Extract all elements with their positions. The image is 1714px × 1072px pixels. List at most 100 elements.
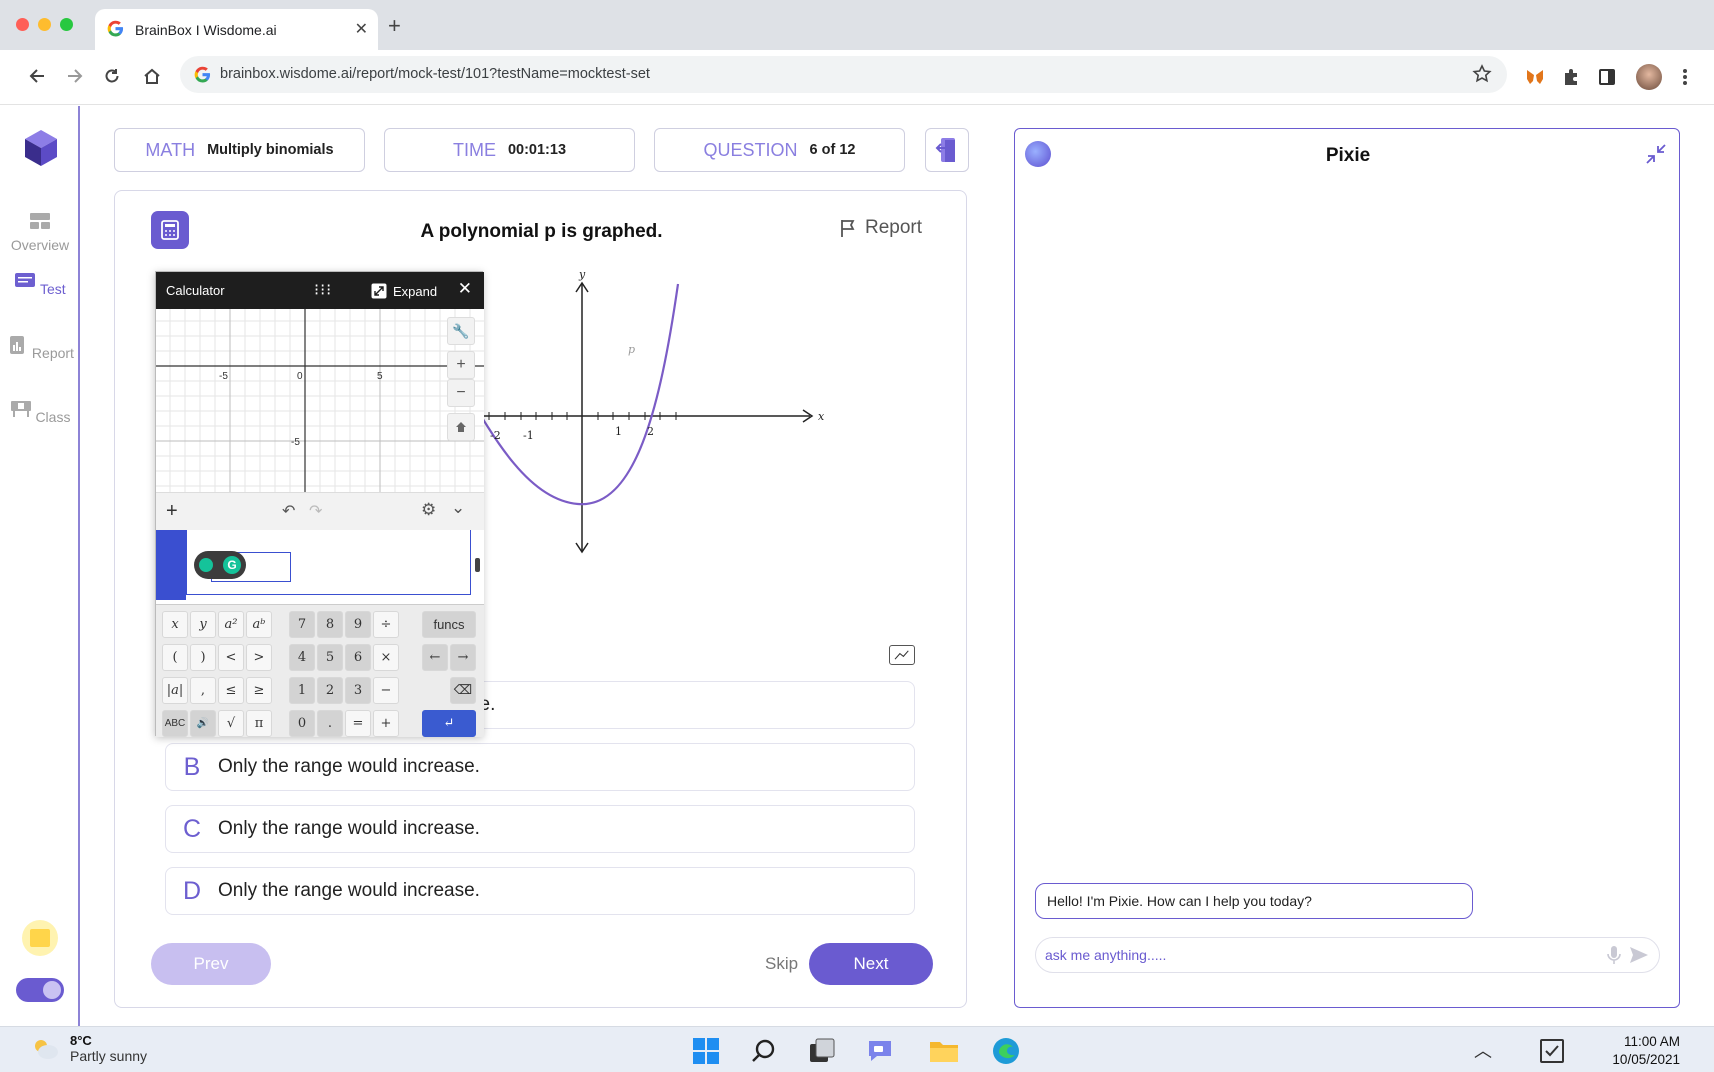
key-multiply[interactable]: × xyxy=(373,644,399,671)
skip-button[interactable]: Skip xyxy=(765,954,798,974)
key-close-paren[interactable]: ) xyxy=(190,644,216,671)
edge-browser-button[interactable] xyxy=(990,1035,1022,1067)
key-funcs[interactable]: funcs xyxy=(422,611,476,638)
collapse-chevron-icon[interactable]: ⌄ xyxy=(451,498,465,518)
microphone-icon[interactable] xyxy=(1607,945,1621,965)
task-checkbox-icon[interactable] xyxy=(1540,1039,1564,1063)
maximize-window-button[interactable] xyxy=(60,18,73,31)
home-button[interactable] xyxy=(136,60,168,92)
key-plus[interactable]: + xyxy=(373,710,399,737)
calculator-window[interactable]: Calculator ⁝⁝⁝ Expand ✕ -5 0 5 -5 🔧 + − … xyxy=(155,271,484,737)
send-icon[interactable] xyxy=(1629,946,1649,964)
menu-dots-icon[interactable] xyxy=(1672,64,1698,90)
key-equals[interactable]: = xyxy=(345,710,371,737)
settings-gear-icon[interactable]: ⚙ xyxy=(421,500,436,520)
key-2[interactable]: 2 xyxy=(317,677,343,704)
zoom-out-button[interactable]: − xyxy=(447,379,475,407)
windows-start-button[interactable] xyxy=(690,1035,722,1067)
expression-scrollbar[interactable] xyxy=(475,558,480,572)
chat-input[interactable]: ask me anything..... xyxy=(1035,937,1660,973)
browser-tab[interactable]: BrainBox I Wisdome.ai ✕ xyxy=(95,9,378,50)
undo-button[interactable]: ↶ xyxy=(282,501,295,521)
key-greater-than[interactable]: > xyxy=(246,644,272,671)
key-6[interactable]: 6 xyxy=(345,644,371,671)
search-button[interactable] xyxy=(748,1035,780,1067)
key-1[interactable]: 1 xyxy=(289,677,315,704)
key-enter[interactable]: ↵ xyxy=(422,710,476,737)
sticky-note-icon[interactable] xyxy=(22,920,58,956)
profile-avatar[interactable] xyxy=(1636,64,1662,90)
key-less-than[interactable]: < xyxy=(218,644,244,671)
grammarly-icon[interactable]: G xyxy=(194,551,246,579)
close-window-button[interactable] xyxy=(16,18,29,31)
key-9[interactable]: 9 xyxy=(345,611,371,638)
key-abc[interactable]: ABC xyxy=(162,710,188,737)
report-button[interactable]: Report xyxy=(839,217,922,239)
back-button[interactable] xyxy=(22,60,54,92)
prev-button[interactable]: Prev xyxy=(151,943,271,985)
redo-button[interactable]: ↷ xyxy=(309,501,322,521)
key-backspace[interactable]: ⌫ xyxy=(450,677,476,704)
key-right-arrow[interactable]: → xyxy=(450,644,476,671)
key-decimal[interactable]: . xyxy=(317,710,343,737)
key-8[interactable]: 8 xyxy=(317,611,343,638)
add-expression-button[interactable]: + xyxy=(166,500,178,523)
key-greater-equal[interactable]: ≥ xyxy=(246,677,272,704)
drag-handle-icon[interactable]: ⁝⁝⁝ xyxy=(314,280,332,300)
new-tab-button[interactable]: + xyxy=(388,13,401,39)
task-view-button[interactable] xyxy=(806,1035,838,1067)
side-panel-icon[interactable] xyxy=(1594,64,1620,90)
key-comma[interactable]: , xyxy=(190,677,216,704)
weather-widget[interactable]: 8°C Partly sunny xyxy=(30,1033,147,1064)
calculator-close-icon[interactable]: ✕ xyxy=(458,279,472,299)
key-x[interactable]: x xyxy=(162,611,188,638)
reload-button[interactable] xyxy=(96,60,128,92)
sidebar-item-report[interactable]: Report xyxy=(0,336,80,361)
zoom-in-button[interactable]: + xyxy=(447,351,475,379)
expression-list[interactable]: G xyxy=(156,530,484,604)
key-divide[interactable]: ÷ xyxy=(373,611,399,638)
key-sqrt[interactable]: √ xyxy=(218,710,244,737)
key-5[interactable]: 5 xyxy=(317,644,343,671)
key-open-paren[interactable]: ( xyxy=(162,644,188,671)
sidebar-item-test[interactable]: Test xyxy=(0,272,80,297)
calculator-graph[interactable]: -5 0 5 -5 🔧 + − xyxy=(156,309,484,492)
minimize-window-button[interactable] xyxy=(38,18,51,31)
key-abs[interactable]: |a| xyxy=(162,677,188,704)
key-y[interactable]: y xyxy=(190,611,216,638)
exit-test-button[interactable] xyxy=(925,128,969,172)
key-square[interactable]: a² xyxy=(218,611,244,638)
key-0[interactable]: 0 xyxy=(289,710,315,737)
option-d[interactable]: D Only the range would increase. xyxy=(165,867,915,915)
wrench-button[interactable]: 🔧 xyxy=(447,317,475,345)
key-minus[interactable]: − xyxy=(373,677,399,704)
system-clock[interactable]: 11:00 AM 10/05/2021 xyxy=(1612,1033,1680,1069)
collapse-icon[interactable] xyxy=(1645,143,1667,165)
graph-toggle-icon[interactable] xyxy=(889,645,915,665)
calculator-header[interactable]: Calculator ⁝⁝⁝ Expand ✕ xyxy=(156,272,484,309)
chevron-up-icon[interactable]: ︿ xyxy=(1474,1037,1492,1063)
puzzle-extensions-icon[interactable] xyxy=(1558,64,1584,90)
forward-button[interactable] xyxy=(58,60,90,92)
key-4[interactable]: 4 xyxy=(289,644,315,671)
tab-close-icon[interactable]: ✕ xyxy=(355,19,368,39)
theme-toggle[interactable] xyxy=(16,978,64,1002)
sidebar-item-overview[interactable]: Overview xyxy=(0,212,80,253)
key-7[interactable]: 7 xyxy=(289,611,315,638)
option-c[interactable]: C Only the range would increase. xyxy=(165,805,915,853)
key-less-equal[interactable]: ≤ xyxy=(218,677,244,704)
file-explorer-button[interactable] xyxy=(928,1035,960,1067)
teams-chat-button[interactable] xyxy=(864,1035,896,1067)
key-audio[interactable]: 🔊 xyxy=(190,710,216,737)
metamask-extension-icon[interactable] xyxy=(1522,64,1548,90)
key-left-arrow[interactable]: ← xyxy=(422,644,448,671)
key-3[interactable]: 3 xyxy=(345,677,371,704)
key-power[interactable]: aᵇ xyxy=(246,611,272,638)
calculator-expand-button[interactable]: Expand xyxy=(371,283,437,299)
brainbox-logo[interactable] xyxy=(22,128,60,168)
option-b[interactable]: B Only the range would increase. xyxy=(165,743,915,791)
next-button[interactable]: Next xyxy=(809,943,933,985)
address-bar[interactable]: brainbox.wisdome.ai/report/mock-test/101… xyxy=(180,56,1507,93)
star-icon[interactable] xyxy=(1471,63,1493,85)
sidebar-item-class[interactable]: Class xyxy=(0,400,80,425)
